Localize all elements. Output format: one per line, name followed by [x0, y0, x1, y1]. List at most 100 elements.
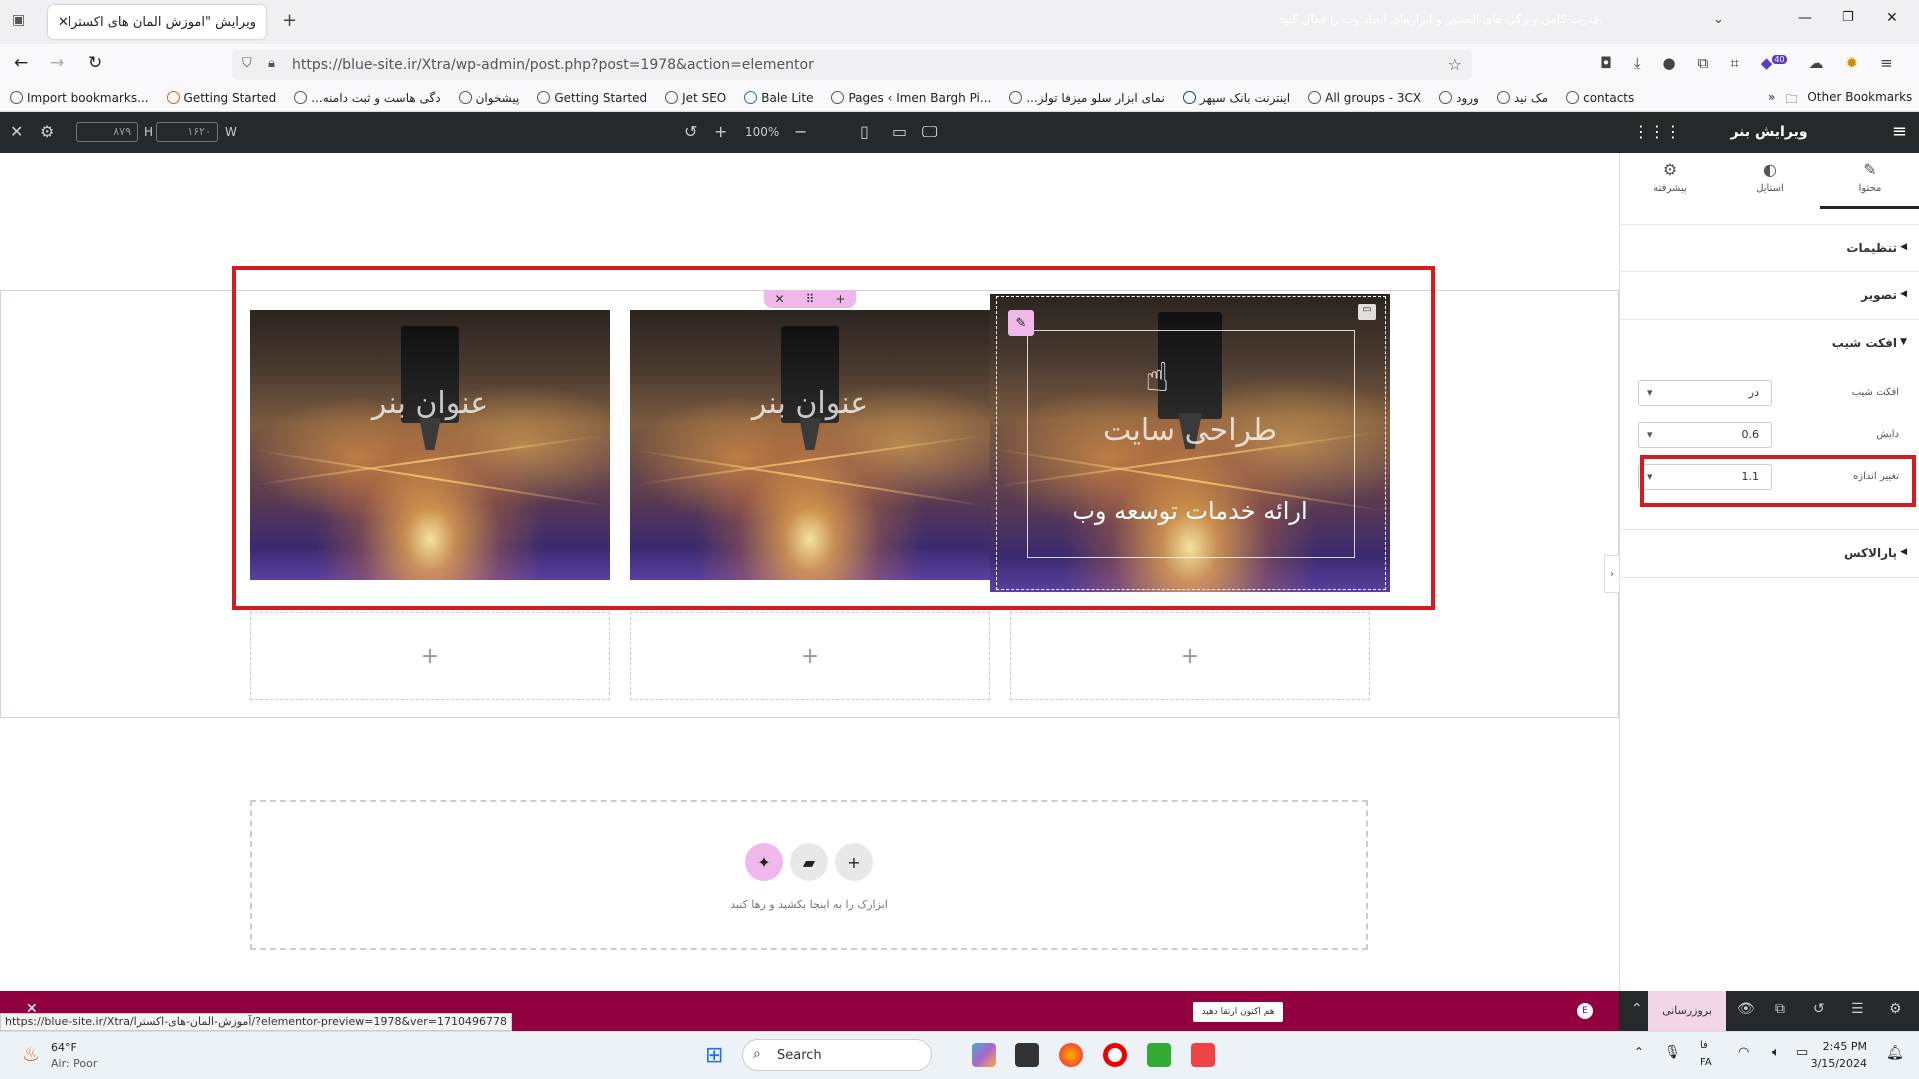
caret-left-icon: ◀	[1900, 547, 1907, 557]
settings-extension-icon[interactable]: ✹	[1846, 54, 1859, 72]
taskbar-search[interactable]: ⌕ Search	[742, 1039, 932, 1071]
tab-content[interactable]: ✎ محتوا	[1820, 160, 1919, 194]
reset-zoom-icon[interactable]: ↺	[684, 122, 697, 141]
firefox-icon[interactable]	[1059, 1043, 1083, 1067]
pocket-icon[interactable]: ◘	[1600, 54, 1612, 72]
add-widget-icon[interactable]: +	[421, 644, 439, 669]
tilt-effect-select[interactable]: در	[1638, 380, 1772, 406]
windows-start-icon[interactable]: ⊞	[705, 1043, 723, 1068]
opera-icon[interactable]	[1103, 1043, 1127, 1067]
add-section-icon[interactable]: +	[835, 843, 873, 881]
tab-close-icon[interactable]: ✕	[58, 15, 69, 30]
battery-icon[interactable]: ▭	[1796, 1045, 1808, 1060]
width-input[interactable]: ۱۶۲۰	[156, 122, 218, 142]
close-window-icon[interactable]: ✕	[1886, 10, 1898, 26]
copilot-icon[interactable]	[972, 1043, 996, 1067]
bookmark-item[interactable]: ...نمای ابزار سلو میزفا تولز	[1009, 91, 1165, 105]
update-button[interactable]: بروزرسانی	[1648, 991, 1726, 1031]
bookmark-star-icon[interactable]: ☆	[1448, 55, 1462, 74]
section-settings[interactable]: تنظیمات ◀	[1619, 224, 1919, 272]
bookmark-item[interactable]: All groups - 3CX	[1308, 91, 1421, 105]
bookmark-item[interactable]: ...دگی هاست و ثبت دامنه	[294, 91, 441, 105]
notifications-icon[interactable]: 🔔︎	[1886, 1045, 1904, 1061]
tray-chevron-icon[interactable]: ⌃	[1634, 1045, 1644, 1059]
weather-icon[interactable]: ♨	[22, 1042, 40, 1066]
bookmark-item[interactable]: Getting Started	[537, 91, 647, 105]
other-bookmarks[interactable]: » 🗀︎ Other Bookmarks	[1768, 90, 1912, 111]
download-icon[interactable]: ⤓	[1634, 54, 1641, 72]
lock-icon: 🔒︎	[268, 56, 275, 71]
url-bar[interactable]: ⛉ 🔒︎ https://blue-site.ir/Xtra/wp-admin/…	[232, 50, 1472, 80]
contrast-icon: ◐	[1763, 160, 1777, 179]
bookmark-item[interactable]: پیشخوان	[458, 91, 519, 105]
bookmark-item[interactable]: مک نید	[1496, 91, 1548, 105]
menu-icon[interactable]: ≡	[1880, 54, 1893, 72]
bookmark-item[interactable]: Pages ‹ Imen Bargh Pi...	[831, 91, 991, 105]
upgrade-now-button[interactable]: هم اکنون ارتقا دهید	[1193, 1002, 1283, 1022]
add-widget-icon[interactable]: +	[801, 644, 819, 669]
bookmark-item[interactable]: اینترنت بانک سپهر	[1182, 91, 1290, 105]
mobile-device-icon[interactable]: ▯	[860, 122, 869, 141]
chevron-double-right-icon[interactable]: »	[1768, 90, 1775, 111]
add-widget-icon[interactable]: +	[1181, 644, 1199, 669]
clock-time[interactable]: 2:45 PM	[1823, 1040, 1867, 1053]
tab-advanced[interactable]: ⚙ پیشرفته	[1620, 160, 1720, 194]
settings-gear-icon[interactable]: ⚙	[40, 122, 54, 141]
navigator-layers-icon[interactable]: ☰	[1851, 1001, 1864, 1017]
bookmark-item[interactable]: Bale Lite	[744, 91, 813, 105]
tab-style[interactable]: ◐ استایل	[1720, 160, 1820, 194]
preview-eye-icon[interactable]: 👁︎	[1737, 1001, 1755, 1017]
ai-sparkle-icon[interactable]: ✦	[745, 843, 783, 881]
extensions-icon[interactable]: ⧉	[1698, 54, 1709, 72]
file-explorer-icon[interactable]	[1015, 1043, 1039, 1067]
collapse-panel-chevron-icon[interactable]: ›	[1604, 555, 1619, 593]
settings-gear-icon[interactable]: ⚙	[1889, 1001, 1902, 1017]
account-icon[interactable]: ●	[1663, 54, 1676, 72]
back-icon[interactable]: ←	[14, 53, 28, 73]
volume-icon[interactable]: 🔈︎	[1772, 1045, 1780, 1060]
section-title[interactable]: افکت شیب	[1832, 336, 1897, 350]
bookmark-item[interactable]: Getting Started	[166, 91, 276, 105]
chevron-up-icon[interactable]: ⌃	[1631, 1001, 1643, 1017]
empty-column-dropzone[interactable]: +	[1010, 612, 1370, 700]
bookmark-item[interactable]: Jet SEO	[665, 91, 726, 105]
recorder-icon[interactable]	[1191, 1043, 1215, 1067]
tilt-amount-select[interactable]: 0.6	[1638, 422, 1772, 448]
history-icon[interactable]: ↺	[1813, 1001, 1825, 1017]
bookmark-item[interactable]: Import bookmarks...	[10, 91, 149, 105]
extension-badge-icon[interactable]: ◆ 40	[1761, 54, 1787, 72]
forward-icon[interactable]: →	[50, 53, 64, 73]
section-image[interactable]: تصویر ◀	[1619, 272, 1919, 320]
wifi-icon[interactable]: ◠	[1738, 1045, 1749, 1060]
bookmark-item[interactable]: ورود	[1439, 91, 1479, 105]
close-editor-icon[interactable]: ✕	[10, 122, 23, 141]
chevron-down-icon[interactable]: ⌄	[1713, 12, 1724, 27]
desktop-device-icon[interactable]: 🖵︎	[922, 122, 937, 142]
empty-column-dropzone[interactable]: +	[630, 612, 990, 700]
hamburger-menu-icon[interactable]: ≡	[1892, 121, 1907, 142]
globe-icon	[1566, 91, 1580, 104]
browser-tab[interactable]: ✕ ویرایش "آموزش المان های اکسترا -	[48, 5, 266, 39]
minimize-icon[interactable]: —	[1798, 10, 1812, 26]
zoom-out-icon[interactable]: −	[794, 122, 807, 141]
template-folder-icon[interactable]: ▰	[790, 843, 828, 881]
bookmark-item[interactable]: contacts	[1566, 91, 1634, 105]
camtasia-icon[interactable]	[1147, 1043, 1171, 1067]
tab-list-icon[interactable]: ▣	[12, 12, 25, 28]
height-label: H	[144, 125, 154, 139]
restore-icon[interactable]: ❐	[1842, 10, 1854, 25]
height-input[interactable]: ۸۷۹	[76, 122, 138, 142]
shield-icon[interactable]: ⛉	[242, 56, 252, 71]
microphone-icon[interactable]: 🎙︎	[1664, 1045, 1681, 1060]
crop-icon[interactable]: ⌗	[1730, 54, 1738, 72]
empty-column-dropzone[interactable]: +	[250, 612, 610, 700]
language-top[interactable]: فا	[1700, 1040, 1708, 1051]
responsive-icon[interactable]: ⧉	[1775, 1001, 1785, 1017]
bank-icon	[1182, 91, 1196, 104]
cloud-icon[interactable]: ☁	[1809, 54, 1824, 72]
new-tab-icon[interactable]: +	[282, 10, 297, 31]
tablet-device-icon[interactable]: ▭	[892, 122, 907, 141]
zoom-in-icon[interactable]: +	[714, 122, 727, 141]
section-parallax[interactable]: پارالاکس ◀	[1619, 530, 1919, 578]
reload-icon[interactable]: ↻	[88, 53, 102, 73]
